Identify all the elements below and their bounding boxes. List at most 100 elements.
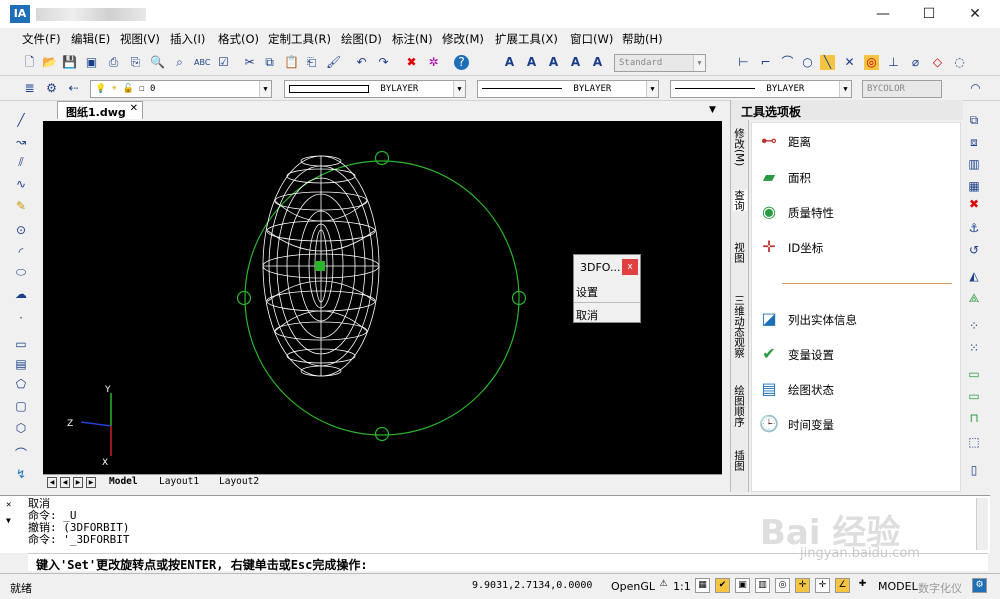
chamfer-icon[interactable]: ⊓ [966, 410, 982, 426]
print-preview-icon[interactable]: 🔍 [150, 55, 165, 70]
linear-dim-icon[interactable]: ⊢ [736, 55, 751, 70]
text-style-combo[interactable]: Standard ▼ [614, 54, 706, 72]
point-icon[interactable]: · [13, 310, 29, 326]
menu-insert[interactable]: 插入(I) [170, 31, 205, 47]
redo-icon[interactable]: ↷ [376, 55, 391, 70]
explode-icon[interactable]: ▯ [966, 462, 982, 478]
extend-icon[interactable]: ⁙ [966, 340, 982, 356]
polyline-icon[interactable]: ∿ [13, 176, 29, 192]
undo-icon[interactable]: ↶ [354, 55, 369, 70]
close-tab-icon[interactable]: ✕ [130, 103, 138, 114]
polar-icon[interactable]: ◎ [775, 578, 790, 593]
edit-text-icon[interactable]: A [568, 55, 583, 70]
status-settings-icon[interactable]: ⚙ [972, 578, 987, 593]
erase-icon[interactable]: ✖ [404, 55, 419, 70]
menu-draw[interactable]: 绘图(D) [341, 31, 382, 47]
find-icon[interactable]: ⌕ [172, 55, 187, 70]
palette-item-area[interactable]: ▰ 面积 [755, 163, 955, 191]
dyn-input-icon[interactable]: ✔ [715, 578, 730, 593]
ellipse-icon[interactable]: ⬭ [13, 264, 29, 280]
quadrant-icon[interactable]: ◇ [930, 55, 945, 70]
color-combo[interactable]: BYLAYER ▼ [284, 80, 466, 98]
revision-cloud-icon[interactable]: ☁ [13, 286, 29, 302]
osnap-icon[interactable]: ✛ [795, 578, 810, 593]
circle-center-icon[interactable]: ⊙ [13, 222, 29, 238]
boundary-icon[interactable]: ⬡ [13, 420, 29, 436]
vtab-3d-orbit[interactable]: 三维动态观察 [733, 295, 747, 358]
lineweight-combo[interactable]: BYLAYER ▼ [670, 80, 852, 98]
rectangle-icon[interactable]: ▭ [13, 336, 29, 352]
tangent-icon[interactable]: ⌀ [908, 55, 923, 70]
grid-icon[interactable]: ▣ [735, 578, 750, 593]
text-style-icon[interactable]: A [502, 55, 517, 70]
vtab-insert[interactable]: 插图 [733, 450, 747, 471]
palette-item-mass-properties[interactable]: ◉ 质量特性 [755, 198, 955, 226]
linetype-combo[interactable]: BYLAYER ▼ [477, 80, 659, 98]
region-icon[interactable]: ▢ [13, 398, 29, 414]
close-window-button[interactable]: ✕ [952, 0, 998, 28]
join-icon[interactable]: ▭ [966, 388, 982, 404]
vtab-view[interactable]: 视图 [733, 242, 747, 263]
angle-icon[interactable]: ⌐ [758, 55, 773, 70]
quick-properties-icon[interactable]: ✚ [855, 578, 870, 593]
menu-dimension[interactable]: 标注(N) [392, 31, 433, 47]
perpendicular-icon[interactable]: ⊥ [886, 55, 901, 70]
save-all-icon[interactable]: ▣ [84, 55, 99, 70]
annotation-scale-icon[interactable]: ⚠ [656, 578, 671, 593]
array-icon[interactable]: ▦ [966, 178, 982, 194]
scale-icon[interactable]: ◭ [966, 268, 982, 284]
status-model[interactable]: MODEL [878, 580, 918, 593]
palette-item-variable-settings[interactable]: ✔ 变量设置 [755, 340, 955, 368]
menu-extend-tools[interactable]: 扩展工具(X) [495, 31, 558, 47]
layer-combo[interactable]: 💡 ☀ 🔓 ☐ 0 ▼ [90, 80, 272, 98]
tab-model[interactable]: Model [109, 476, 138, 487]
command-scrollbar[interactable] [976, 498, 988, 550]
layer-state-icon[interactable]: ⚙ [44, 81, 59, 96]
menu-window[interactable]: 窗口(W) [570, 31, 613, 47]
open-file-icon[interactable]: 📂 [42, 55, 57, 70]
intersect-icon[interactable]: ✕ [842, 55, 857, 70]
multiline-icon[interactable]: ⫽ [13, 154, 29, 170]
hatch-icon[interactable]: ▤ [13, 356, 29, 372]
text-find-icon[interactable]: A [590, 55, 605, 70]
single-text-icon[interactable]: A [546, 55, 561, 70]
menu-custom-tools[interactable]: 定制工具(R) [268, 31, 331, 47]
line-active-icon[interactable]: ╲ [820, 55, 835, 70]
otrack-icon[interactable]: ✛ [815, 578, 830, 593]
print-icon[interactable]: ⎙ [106, 55, 121, 70]
menu-view[interactable]: 视图(V) [120, 31, 160, 47]
move-icon[interactable]: ⚓ [966, 220, 982, 236]
line-icon[interactable]: ╱ [13, 112, 29, 128]
spell-check-icon[interactable]: ABC [194, 55, 210, 70]
circle-icon[interactable]: ○ [800, 55, 815, 70]
paste-special-icon[interactable]: ⎗ [304, 55, 319, 70]
menu-edit[interactable]: 编辑(E) [71, 31, 110, 47]
stretch-icon[interactable]: ⟁ [966, 290, 982, 306]
status-digitizer[interactable]: 数字化仪 [918, 580, 962, 596]
copy-object-icon[interactable]: ⧉ [966, 112, 982, 128]
popup-item-cancel[interactable]: 取消 [576, 307, 598, 323]
palette-item-time-variable[interactable]: 🕒 时间变量 [755, 410, 955, 438]
save-icon[interactable]: 💾 [62, 55, 77, 70]
copy-icon[interactable]: ⧉ [262, 55, 277, 70]
match-properties-icon[interactable]: 🖌 [326, 55, 341, 70]
palette-item-list-info[interactable]: ◪ 列出实体信息 [755, 305, 955, 333]
break-icon[interactable]: ▭ [966, 366, 982, 382]
popup-close-button[interactable]: x [622, 259, 638, 275]
vtab-modify[interactable]: 修改(M) [733, 128, 747, 166]
paste-icon[interactable]: 📋 [284, 55, 299, 70]
snap-tracking-icon[interactable]: ↯ [13, 466, 29, 482]
minimize-button[interactable]: — [860, 0, 906, 28]
status-scale[interactable]: 1:1 [673, 580, 691, 593]
popup-item-settings[interactable]: 设置 [576, 284, 598, 300]
cut-icon[interactable]: ✂ [242, 55, 257, 70]
spline-icon[interactable]: ⌒ [13, 446, 29, 462]
arc-icon[interactable]: ◜ [13, 244, 29, 260]
check-icon[interactable]: ☑ [216, 55, 231, 70]
publish-icon[interactable]: ⎘ [128, 55, 143, 70]
plot-style-combo[interactable]: BYCOLOR [862, 80, 942, 98]
node-icon[interactable]: ◌ [952, 55, 967, 70]
layer-previous-icon[interactable]: ⇠ [66, 81, 81, 96]
ray-icon[interactable]: ↝ [13, 134, 29, 150]
layer-manager-icon[interactable]: ≣ [22, 81, 37, 96]
